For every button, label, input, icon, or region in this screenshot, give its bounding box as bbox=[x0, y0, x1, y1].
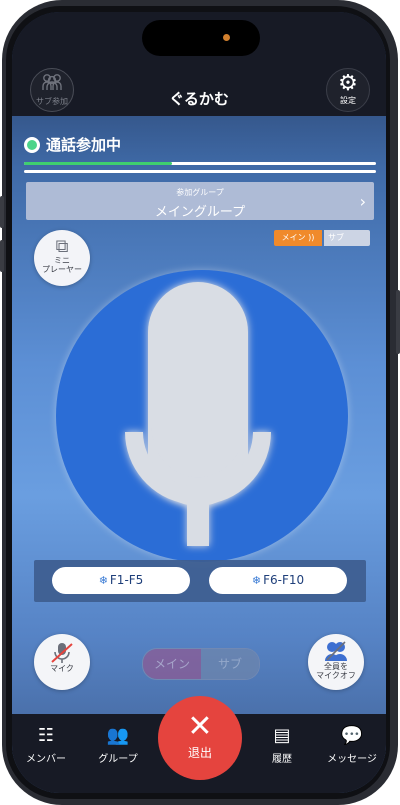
snowflake-icon: ❄ bbox=[251, 574, 262, 587]
channel-toggle[interactable]: メイン サブ bbox=[142, 648, 260, 680]
mini-player-label: ミニ プレーヤー bbox=[42, 256, 82, 274]
f1-f5-button[interactable]: ❄ F1-F5 bbox=[52, 567, 190, 594]
nav-history-label: 履歴 bbox=[272, 754, 292, 765]
volume-down-button bbox=[0, 240, 4, 272]
mic-off-icon bbox=[34, 642, 90, 664]
channel-sub[interactable]: サブ bbox=[201, 649, 259, 679]
close-icon: ✕ bbox=[187, 709, 213, 744]
history-document-icon: ▤ bbox=[273, 725, 291, 746]
mic-toggle-button[interactable]: マイク bbox=[34, 634, 90, 690]
exit-label: 退出 bbox=[187, 746, 212, 760]
f6-f10-label: F6-F10 bbox=[263, 573, 305, 587]
nav-groups[interactable]: 👥 グループ bbox=[86, 725, 150, 766]
mute-all-button[interactable]: 全員を マイクオフ bbox=[308, 634, 364, 690]
group-icon: 👥 bbox=[106, 725, 130, 746]
member-list-icon: ☷ bbox=[37, 725, 55, 746]
nav-members-label: メンバー bbox=[26, 754, 66, 765]
window-icon: ⧉ bbox=[55, 236, 69, 257]
mute-all-label: 全員を マイクオフ bbox=[316, 662, 356, 680]
f6-f10-button[interactable]: ❄ F6-F10 bbox=[209, 567, 347, 594]
exit-button[interactable]: ✕ 退出 bbox=[158, 696, 242, 780]
nav-groups-label: グループ bbox=[98, 754, 138, 765]
power-button bbox=[396, 290, 400, 354]
nav-messages[interactable]: 💬 メッセージ bbox=[320, 725, 384, 766]
snowflake-icon: ❄ bbox=[98, 574, 108, 587]
channel-main[interactable]: メイン bbox=[143, 649, 201, 679]
mic-label: マイク bbox=[50, 664, 74, 673]
nav-history[interactable]: ▤ 履歴 bbox=[250, 725, 314, 766]
nav-messages-label: メッセージ bbox=[327, 754, 377, 765]
chat-bubble-icon: 💬 bbox=[340, 725, 364, 746]
mini-player-button[interactable]: ⧉ ミニ プレーヤー bbox=[34, 230, 90, 286]
group-mic-off-icon bbox=[308, 640, 364, 662]
app-screen: サブ参加 ぐるかむ ⚙ 設定 通話参加中 参加グループ メイングループ › メイ… bbox=[12, 12, 386, 793]
f1-f5-label: F1-F5 bbox=[109, 573, 144, 587]
nav-members[interactable]: ☷ メンバー bbox=[14, 725, 78, 766]
volume-up-button bbox=[0, 196, 4, 228]
